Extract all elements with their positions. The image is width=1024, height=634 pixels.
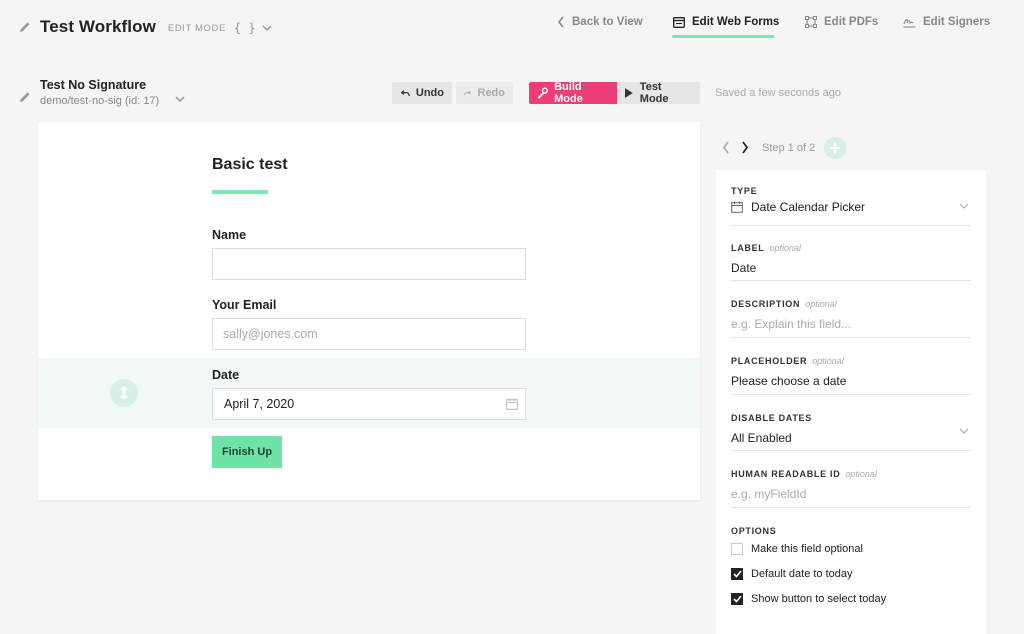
date-field-label: Date bbox=[212, 368, 240, 382]
nav-web-forms-label: Edit Web Forms bbox=[692, 16, 780, 28]
description-heading: DESCRIPTION bbox=[731, 299, 801, 309]
chevron-down-icon[interactable] bbox=[959, 197, 969, 215]
chevron-right-icon[interactable] bbox=[741, 141, 749, 159]
name-input[interactable] bbox=[212, 248, 526, 280]
email-field-label: Your Email bbox=[212, 298, 277, 312]
nav-back-to-view[interactable]: Back to View bbox=[557, 16, 643, 28]
checkbox-checked[interactable] bbox=[731, 593, 743, 605]
step-indicator: Step 1 of 2 bbox=[762, 142, 816, 154]
name-field-label: Name bbox=[212, 228, 247, 242]
description-section[interactable]: DESCRIPTION optional e.g. Explain this fi… bbox=[731, 299, 971, 338]
chevron-left-icon bbox=[557, 16, 564, 28]
redo-icon bbox=[464, 90, 471, 96]
undo-icon bbox=[400, 89, 410, 97]
active-tab-underline bbox=[672, 35, 774, 38]
options-label: OPTIONS bbox=[731, 526, 777, 536]
human-id-input[interactable]: e.g. myFieldId bbox=[731, 487, 971, 501]
chevron-down-icon[interactable] bbox=[175, 90, 185, 108]
option-label: Make this field optional bbox=[751, 543, 863, 555]
nav-pdfs-label: Edit PDFs bbox=[824, 16, 879, 28]
type-select[interactable]: Date Calendar Picker bbox=[731, 200, 971, 214]
play-icon bbox=[625, 88, 633, 98]
checkbox-checked[interactable] bbox=[731, 568, 743, 580]
placeholder-section[interactable]: PLACEHOLDER optional Please choose a date bbox=[731, 356, 971, 395]
nav-edit-web-forms[interactable]: Edit Web Forms bbox=[673, 16, 779, 28]
document-title[interactable]: Test No Signature bbox=[40, 78, 159, 92]
date-input[interactable]: April 7, 2020 bbox=[212, 388, 526, 420]
drag-handle-icon[interactable] bbox=[110, 379, 138, 407]
checkbox-unchecked[interactable] bbox=[731, 543, 743, 555]
form-title-rule bbox=[212, 190, 268, 194]
option-label: Show button to select today bbox=[751, 593, 887, 605]
calendar-icon[interactable] bbox=[506, 398, 518, 413]
form-title: Basic test bbox=[212, 156, 288, 173]
form-canvas: Basic test Name Your Email sally@jones.c… bbox=[38, 122, 700, 500]
document-slug: demo/test-no-sig (id: 17) bbox=[40, 95, 160, 107]
label-heading: LABEL bbox=[731, 243, 765, 253]
redo-button[interactable]: Redo bbox=[456, 82, 513, 104]
add-step-icon[interactable] bbox=[824, 137, 846, 159]
disable-dates-label: DISABLE DATES bbox=[731, 413, 812, 423]
step-navigator: Step 1 of 2 bbox=[720, 137, 1000, 161]
chevron-down-icon[interactable] bbox=[959, 422, 969, 440]
finish-up-button[interactable]: Finish Up bbox=[212, 436, 282, 468]
date-input-value: April 7, 2020 bbox=[224, 397, 295, 411]
placeholder-heading: PLACEHOLDER bbox=[731, 356, 808, 366]
web-form-icon bbox=[673, 16, 685, 28]
label-value[interactable]: Date bbox=[731, 261, 971, 275]
redo-label: Redo bbox=[477, 87, 506, 99]
email-input[interactable]: sally@jones.com bbox=[212, 318, 526, 350]
checkmark-icon bbox=[732, 570, 742, 578]
save-status: Saved a few seconds ago bbox=[715, 87, 841, 99]
document-info: Test No Signature demo/test-no-sig (id: … bbox=[18, 78, 159, 107]
build-mode-button[interactable]: Build Mode bbox=[529, 81, 617, 105]
placeholder-label: PLACEHOLDER optional bbox=[731, 356, 971, 366]
pdf-frame-icon bbox=[805, 16, 817, 28]
type-section[interactable]: TYPE Date Calendar Picker bbox=[731, 186, 971, 226]
placeholder-input[interactable]: Please choose a date bbox=[731, 374, 971, 388]
calendar-icon bbox=[731, 201, 743, 213]
disable-dates-select[interactable]: All Enabled bbox=[731, 431, 971, 445]
optional-tag: optional bbox=[805, 299, 837, 309]
build-mode-label: Build Mode bbox=[554, 81, 583, 105]
email-placeholder: sally@jones.com bbox=[223, 327, 318, 341]
field-settings-panel: TYPE Date Calendar Picker LABEL optional … bbox=[716, 170, 986, 634]
type-value: Date Calendar Picker bbox=[751, 200, 866, 214]
human-id-label: HUMAN READABLE ID optional bbox=[731, 469, 971, 479]
nav-edit-pdfs[interactable]: Edit PDFs bbox=[805, 16, 878, 28]
top-nav: Back to View Edit Web Forms Edit PDFs Ed… bbox=[0, 16, 1024, 40]
wrench-icon bbox=[537, 87, 549, 99]
signature-icon bbox=[903, 18, 916, 28]
nav-signers-label: Edit Signers bbox=[923, 16, 991, 28]
nav-back-label: Back to View bbox=[572, 16, 643, 28]
test-mode-button[interactable]: Test Mode bbox=[617, 81, 700, 105]
document-toolbar: Test No Signature demo/test-no-sig (id: … bbox=[0, 74, 1024, 114]
option-label: Default date to today bbox=[751, 568, 853, 580]
human-id-heading: HUMAN READABLE ID bbox=[731, 469, 841, 479]
pencil-icon[interactable] bbox=[18, 90, 32, 104]
optional-tag: optional bbox=[845, 469, 877, 479]
optional-tag: optional bbox=[769, 243, 802, 253]
nav-edit-signers[interactable]: Edit Signers bbox=[903, 16, 990, 28]
top-bar: Test Workflow EDIT MODE { } Back to View… bbox=[0, 0, 1024, 50]
optional-tag: optional bbox=[812, 356, 844, 366]
undo-label: Undo bbox=[415, 87, 444, 99]
label-label: LABEL optional bbox=[731, 243, 971, 253]
disable-dates-section[interactable]: DISABLE DATES All Enabled bbox=[731, 413, 971, 451]
human-id-section[interactable]: HUMAN READABLE ID optional e.g. myFieldId bbox=[731, 469, 971, 508]
type-label: TYPE bbox=[731, 186, 758, 196]
option-show-today-button[interactable]: Show button to select today bbox=[731, 593, 886, 605]
label-section[interactable]: LABEL optional Date bbox=[731, 243, 971, 281]
checkmark-icon bbox=[732, 595, 742, 603]
option-default-today[interactable]: Default date to today bbox=[731, 568, 853, 580]
description-label: DESCRIPTION optional bbox=[731, 299, 971, 309]
description-input[interactable]: e.g. Explain this field... bbox=[731, 317, 971, 331]
chevron-left-icon[interactable] bbox=[722, 141, 730, 159]
undo-button[interactable]: Undo bbox=[392, 82, 452, 104]
test-mode-label: Test Mode bbox=[639, 81, 669, 105]
option-make-optional[interactable]: Make this field optional bbox=[731, 543, 863, 555]
